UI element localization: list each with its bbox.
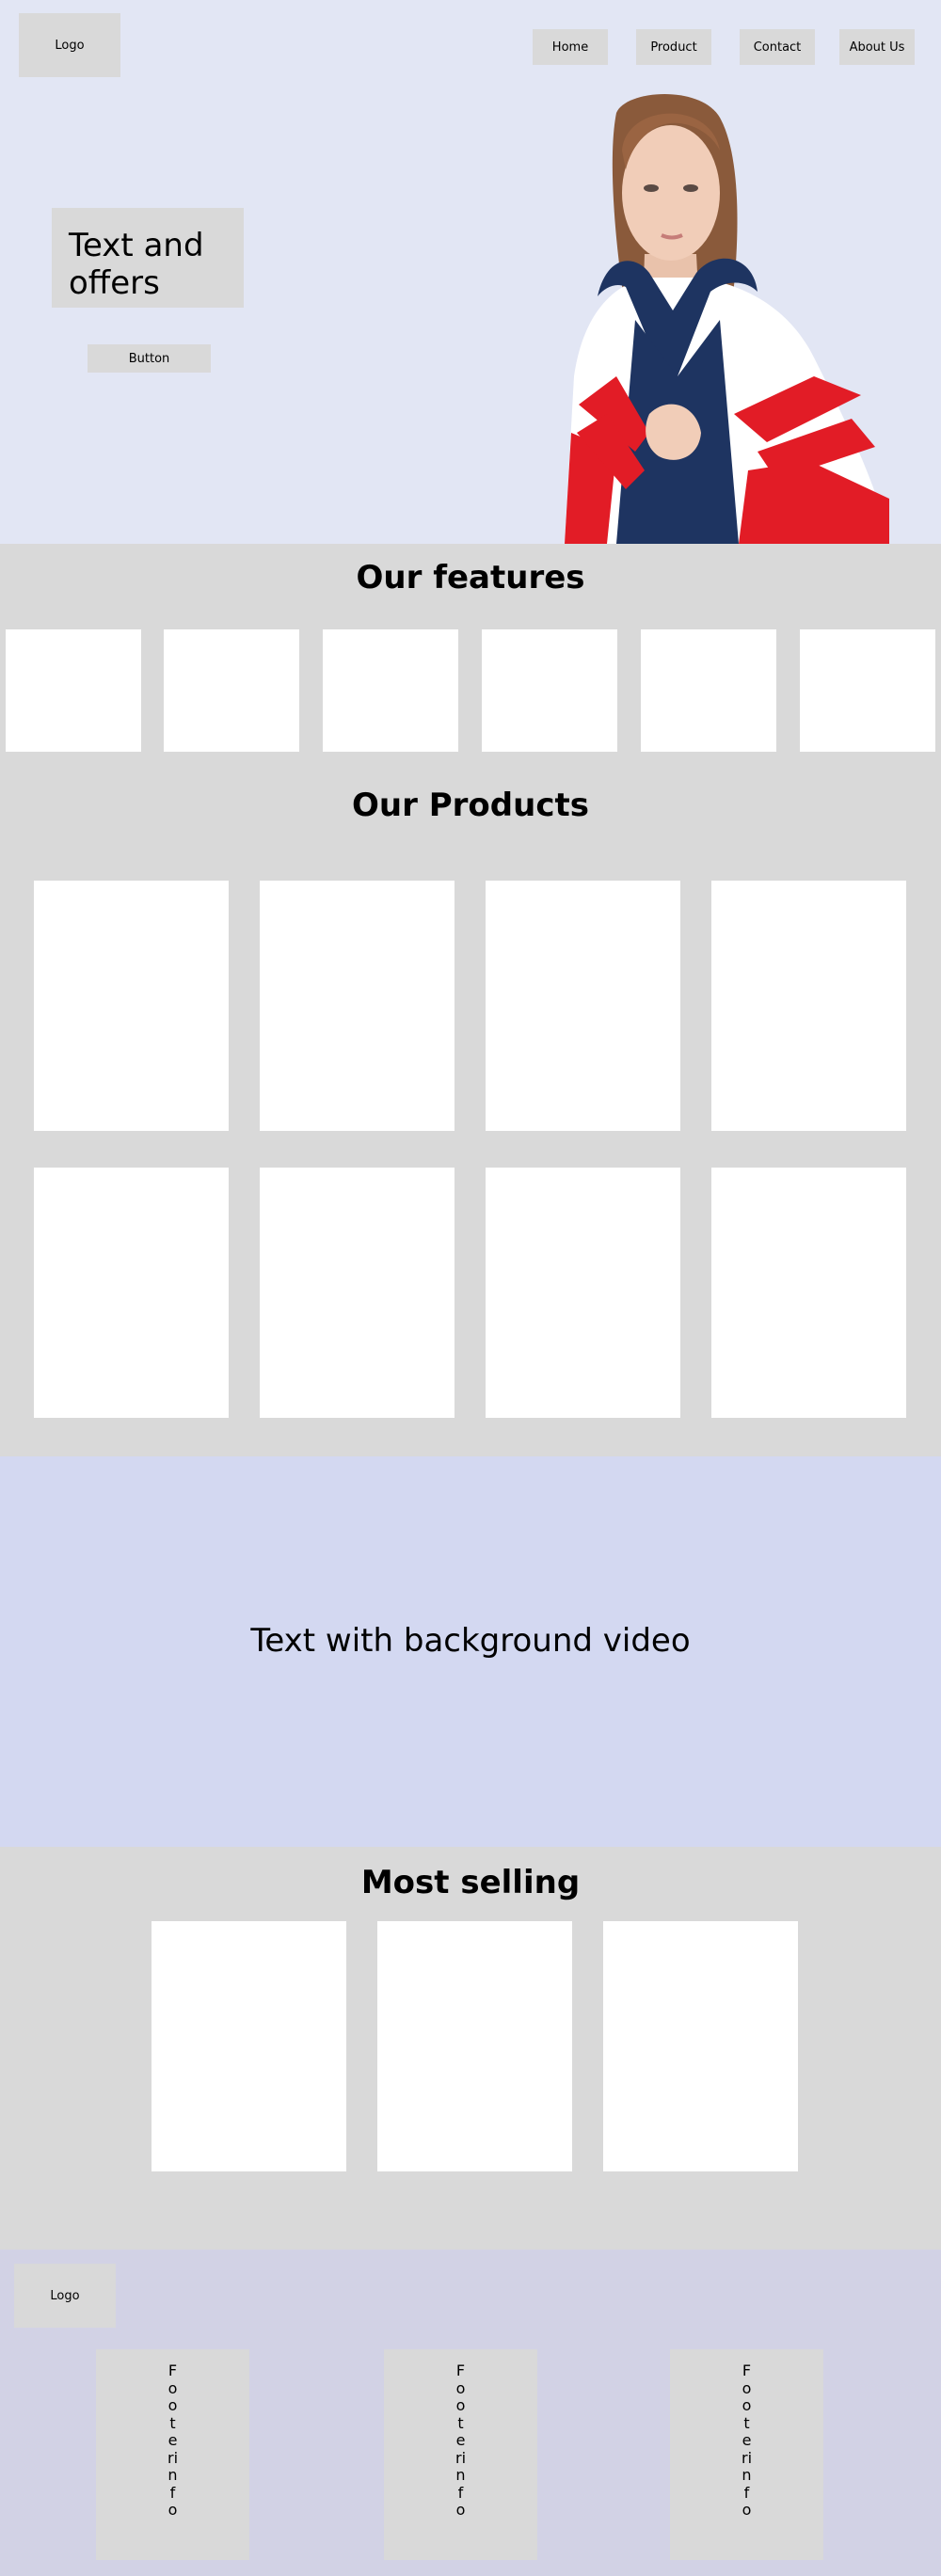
nav-home-button[interactable]: Home: [533, 29, 608, 65]
hero-section: Logo Home Product Contact About Us Text …: [0, 0, 941, 544]
hero-model-image: [565, 94, 889, 544]
footer-info-text: Footerinfo: [167, 2361, 179, 2519]
footer-info-column: Footerinfo: [384, 2349, 537, 2560]
feature-card[interactable]: [641, 629, 776, 752]
most-selling-card[interactable]: [152, 1921, 346, 2171]
background-video-section: Text with background video: [0, 1456, 941, 1847]
most-selling-title: Most selling: [360, 1864, 581, 1901]
feature-card[interactable]: [800, 629, 935, 752]
hero-cta-button[interactable]: Button: [88, 344, 211, 373]
product-card[interactable]: [260, 881, 455, 1131]
nav-about-button[interactable]: About Us: [839, 29, 915, 65]
video-text: Text with background video: [250, 1622, 691, 1660]
feature-card[interactable]: [6, 629, 141, 752]
feature-card[interactable]: [482, 629, 617, 752]
nav-contact-button[interactable]: Contact: [740, 29, 815, 65]
footer-info-column: Footerinfo: [96, 2349, 249, 2560]
footer-info-text: Footerinfo: [455, 2361, 467, 2519]
footer-info-text: Footerinfo: [741, 2361, 753, 2519]
most-selling-section: Most selling: [0, 1847, 941, 2250]
most-selling-card[interactable]: [377, 1921, 572, 2171]
product-card[interactable]: [711, 881, 906, 1131]
product-card[interactable]: [260, 1168, 455, 1418]
feature-card[interactable]: [323, 629, 458, 752]
product-card[interactable]: [486, 881, 680, 1131]
nav-product-button[interactable]: Product: [636, 29, 711, 65]
product-card[interactable]: [34, 881, 229, 1131]
header-logo[interactable]: Logo: [19, 13, 120, 77]
feature-card[interactable]: [164, 629, 299, 752]
product-card[interactable]: [34, 1168, 229, 1418]
features-products-section: Our features Our Products: [0, 544, 941, 1456]
footer-logo[interactable]: Logo: [14, 2264, 116, 2328]
features-title: Our features: [356, 559, 585, 596]
footer: Logo Footerinfo Footerinfo Footerinfo: [0, 2250, 941, 2576]
products-title: Our Products: [352, 787, 589, 824]
offer-text-box: Text and offers: [52, 208, 244, 308]
product-card[interactable]: [486, 1168, 680, 1418]
most-selling-card[interactable]: [603, 1921, 798, 2171]
footer-info-column: Footerinfo: [670, 2349, 823, 2560]
product-card[interactable]: [711, 1168, 906, 1418]
